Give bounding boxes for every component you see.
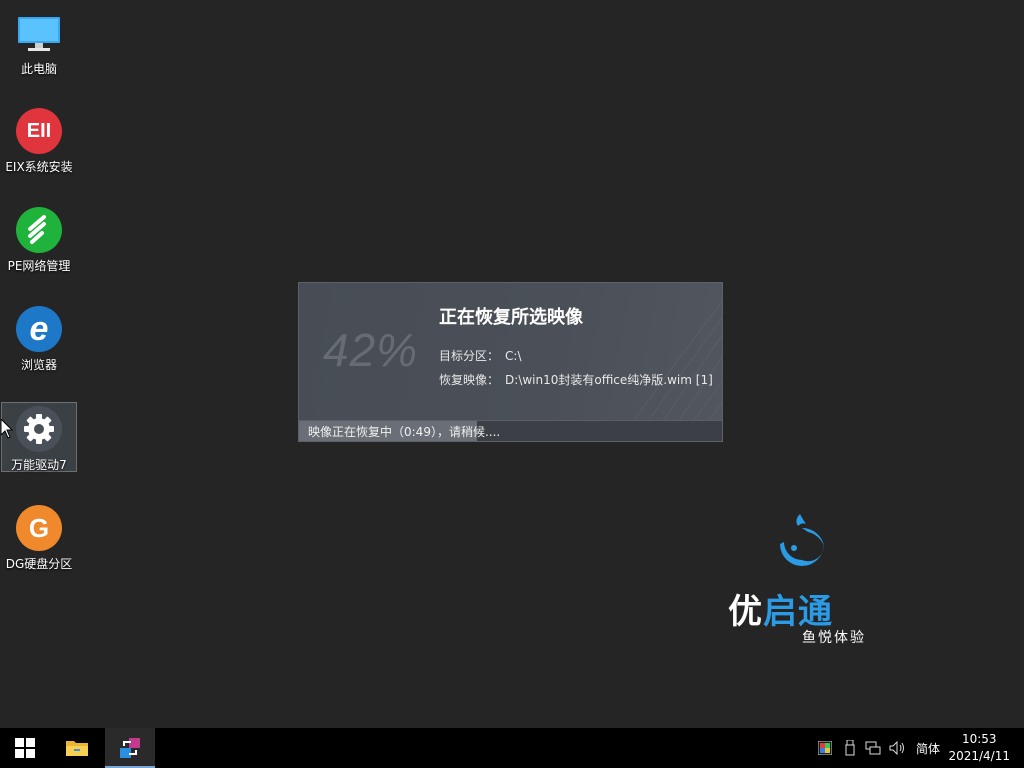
image-label: 恢复映像： <box>439 373 500 387</box>
target-partition-row: 目标分区： C:\ <box>439 347 521 364</box>
brand-name: 优启通 <box>728 584 833 633</box>
brand-slogan: 鱼悦体验 <box>802 630 866 646</box>
desktop-icon-label: PE网络管理 <box>7 259 71 273</box>
taskbar-restore-tool[interactable] <box>105 728 155 768</box>
network-icon <box>865 741 881 755</box>
brand-name-part2: 启通 <box>763 592 833 632</box>
usb-icon <box>845 740 855 756</box>
clock-date: 2021/4/11 <box>948 749 1010 763</box>
progress-bar: 映像正在恢复中（0:49），请稍候.... <box>299 420 722 441</box>
taskbar-clock[interactable]: 10:53 2021/4/11 <box>948 731 1010 765</box>
desktop-icon-label: 此电脑 <box>20 62 57 76</box>
mouse-cursor-icon <box>1 419 13 439</box>
taskbar-file-explorer[interactable] <box>52 728 102 768</box>
brand-logo: 优启通 鱼悦体验 <box>728 512 878 652</box>
tray-color-icon[interactable] <box>814 728 836 768</box>
ime-indicator[interactable]: 简体 <box>912 728 944 768</box>
image-value: D:\win10封装有office纯净版.wim [1] <box>505 373 713 387</box>
dialog-title: 正在恢复所选映像 <box>439 307 583 328</box>
gear-icon <box>16 406 62 452</box>
tray-network-icon[interactable] <box>862 728 884 768</box>
restore-tool-icon <box>120 738 140 758</box>
restore-image-row: 恢复映像： D:\win10封装有office纯净版.wim [1] <box>439 371 713 388</box>
eix-icon: EII <box>16 108 62 154</box>
desktop-icon-label: 浏览器 <box>20 358 57 372</box>
brand-name-part1: 优 <box>728 592 763 632</box>
desktop-icon-browser[interactable]: e 浏览器 <box>1 302 77 372</box>
restore-progress-dialog: 42% 正在恢复所选映像 目标分区： C:\ 恢复映像： D:\win10封装有of… <box>298 282 723 442</box>
file-explorer-icon <box>66 741 88 756</box>
feather-decoration <box>631 301 722 423</box>
desktop-icon-label: 万能驱动7 <box>11 458 67 472</box>
tray-usb-icon[interactable] <box>840 728 860 768</box>
target-value: C:\ <box>505 349 522 363</box>
tray-volume-icon[interactable] <box>886 728 910 768</box>
taskbar: 简体 10:53 2021/4/11 <box>0 728 1024 768</box>
progress-percent: 42% <box>323 324 419 376</box>
desktop-icon-label: EIX系统安装 <box>5 160 73 174</box>
computer-icon <box>16 12 62 56</box>
desktop-icon-label: DG硬盘分区 <box>5 557 73 571</box>
color-icon <box>818 741 832 755</box>
desktop-icon-diskgenius[interactable]: G DG硬盘分区 <box>1 501 77 571</box>
browser-icon: e <box>16 306 62 352</box>
diskgenius-icon: G <box>16 505 62 551</box>
network-manager-icon <box>16 207 62 253</box>
start-button[interactable] <box>0 728 50 768</box>
desktop-icon-pe-network[interactable]: PE网络管理 <box>1 203 77 273</box>
progress-status-text: 映像正在恢复中（0:49），请稍候.... <box>308 425 501 439</box>
windows-start-icon <box>15 738 35 758</box>
target-label: 目标分区： <box>439 349 500 363</box>
volume-icon <box>889 741 904 755</box>
fish-logo-icon <box>780 514 825 566</box>
desktop-icon-eix-install[interactable]: EII EIX系统安装 <box>1 104 77 174</box>
clock-time: 10:53 <box>961 732 997 746</box>
desktop-icon-this-pc[interactable]: 此电脑 <box>1 8 77 78</box>
